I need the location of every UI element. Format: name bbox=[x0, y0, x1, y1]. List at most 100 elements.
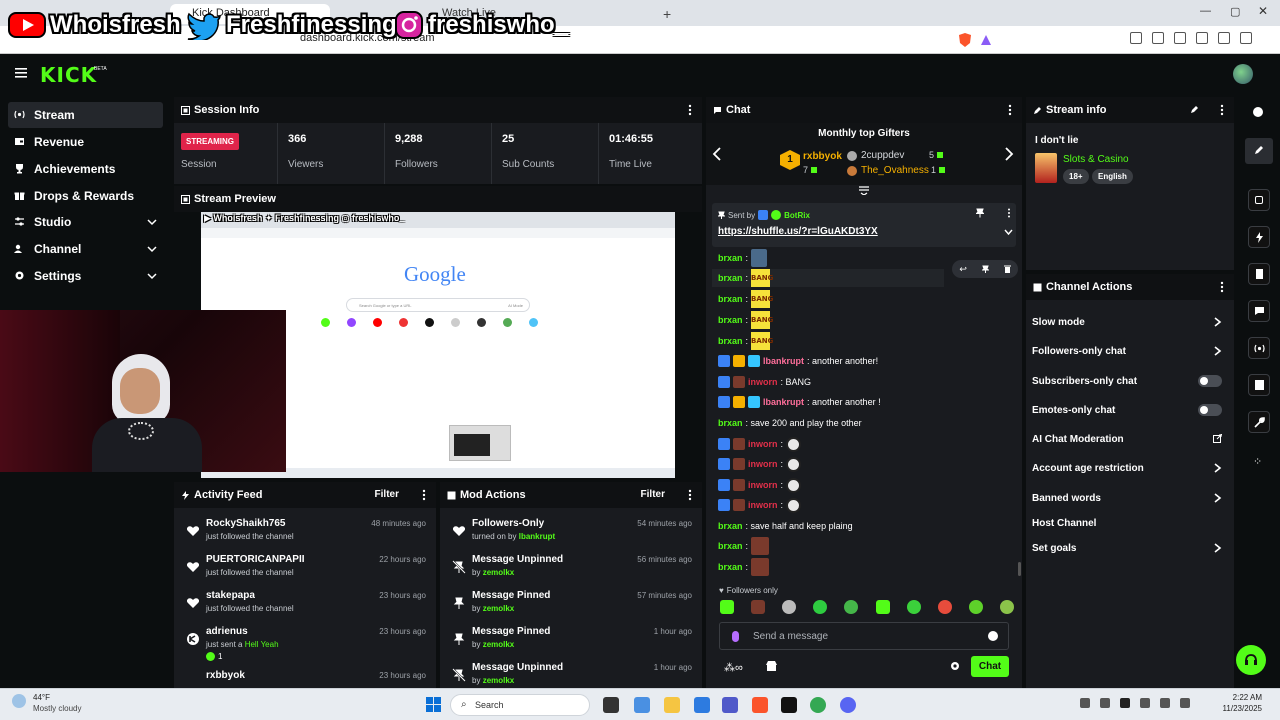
emoji-picker-icon[interactable] bbox=[988, 631, 998, 641]
chat-username[interactable]: inworn bbox=[748, 480, 778, 490]
action-ai-moderation[interactable]: AI Chat Moderation bbox=[1032, 425, 1228, 453]
edit-icon[interactable] bbox=[1190, 105, 1199, 114]
taskbar-search[interactable]: ⌕ Search bbox=[450, 694, 590, 716]
tag-badge[interactable]: 18+ bbox=[1063, 169, 1089, 184]
more-options-icon[interactable] bbox=[1008, 104, 1012, 116]
activity-username[interactable]: rxbbyok bbox=[206, 670, 245, 681]
sidebar-item-stream[interactable]: Stream bbox=[8, 102, 163, 128]
more-options-icon[interactable] bbox=[1220, 281, 1224, 293]
chat-username[interactable]: inworn bbox=[748, 500, 778, 510]
sidebar-item-settings[interactable]: Settings bbox=[8, 263, 163, 289]
activity-filter-button[interactable]: Filter bbox=[375, 489, 399, 500]
user-avatar[interactable] bbox=[1233, 64, 1253, 84]
emote-button[interactable] bbox=[720, 600, 734, 614]
music-icon[interactable] bbox=[1152, 32, 1164, 44]
tray-icon[interactable] bbox=[1140, 698, 1150, 708]
emote-button[interactable] bbox=[906, 600, 921, 614]
chat-username[interactable]: brxan bbox=[718, 315, 743, 325]
sidebar-item-achievements[interactable]: Achievements bbox=[8, 156, 163, 182]
new-tab-icon[interactable]: + bbox=[663, 6, 671, 22]
sidebar-item-studio[interactable]: Studio bbox=[8, 209, 163, 235]
clock-time[interactable]: 2:22 AM bbox=[1222, 693, 1262, 702]
more-options-icon[interactable] bbox=[1007, 208, 1011, 218]
chat-username[interactable]: inworn bbox=[748, 377, 778, 387]
mod-action-user[interactable]: zemolkx bbox=[483, 568, 515, 577]
sidebar-icon[interactable] bbox=[1174, 32, 1186, 44]
action-host-channel[interactable]: Host Channel bbox=[1032, 509, 1228, 537]
action-account-age[interactable]: Account age restriction bbox=[1032, 454, 1228, 482]
chevron-left-icon[interactable] bbox=[712, 147, 722, 161]
kick-logo[interactable]: KICK bbox=[40, 63, 97, 87]
activity-username[interactable]: adrienus bbox=[206, 626, 248, 637]
more-options-icon[interactable] bbox=[422, 489, 426, 501]
rail-broadcast-button[interactable] bbox=[1248, 337, 1270, 359]
support-button[interactable] bbox=[1236, 645, 1266, 675]
minimize-icon[interactable]: — bbox=[1200, 5, 1211, 17]
store-icon[interactable] bbox=[766, 661, 777, 672]
activity-username[interactable]: PUERTORICANPAPII bbox=[206, 554, 305, 565]
sidebar-item-revenue[interactable]: Revenue bbox=[8, 129, 163, 155]
rail-chat-button[interactable] bbox=[1248, 300, 1270, 322]
emote-button[interactable] bbox=[813, 600, 828, 614]
unpin-icon[interactable] bbox=[976, 208, 984, 218]
activity-username[interactable]: RockyShaikh765 bbox=[206, 518, 286, 529]
info-icon[interactable] bbox=[1253, 107, 1263, 117]
chat-tools-icon[interactable]: ⁂∞ bbox=[724, 661, 743, 674]
emote-button[interactable] bbox=[999, 600, 1014, 614]
sidebar-item-channel[interactable]: Channel bbox=[8, 236, 163, 262]
more-options-icon[interactable] bbox=[688, 104, 692, 116]
file-explorer-icon[interactable] bbox=[664, 697, 680, 713]
chrome-taskbar-icon[interactable] bbox=[810, 697, 826, 713]
brave-shield-icon[interactable] bbox=[958, 32, 972, 48]
action-banned-words[interactable]: Banned words bbox=[1032, 484, 1228, 512]
close-icon[interactable]: ✕ bbox=[1258, 4, 1268, 18]
weather-description[interactable]: Mostly cloudy bbox=[33, 704, 81, 713]
mod-action-user[interactable]: zemolkx bbox=[483, 640, 515, 649]
maximize-icon[interactable]: ▢ bbox=[1230, 5, 1240, 18]
rail-lightning-button[interactable] bbox=[1248, 226, 1270, 248]
pinned-link[interactable]: https://shuffle.us/?r=lGuAKDt3YX bbox=[718, 226, 878, 237]
vpn-icon[interactable] bbox=[1218, 32, 1230, 44]
gifter-name[interactable]: rxbbyok bbox=[803, 151, 842, 162]
chat-username[interactable]: lbankrupt bbox=[763, 356, 804, 366]
clock-date[interactable]: 11/23/2025 bbox=[1212, 704, 1262, 713]
windows-start-icon[interactable] bbox=[426, 697, 441, 712]
tray-icon[interactable] bbox=[1120, 698, 1130, 708]
menu-icon[interactable] bbox=[1240, 32, 1252, 44]
pinned-username[interactable]: BotRix bbox=[784, 211, 810, 220]
collapse-gifters-icon[interactable] bbox=[858, 185, 870, 195]
mod-filter-button[interactable]: Filter bbox=[641, 489, 665, 500]
rail-document-button[interactable] bbox=[1248, 263, 1270, 285]
emotes-only-toggle[interactable] bbox=[1198, 404, 1222, 416]
rail-tools-button[interactable] bbox=[1248, 411, 1270, 433]
send-chat-button[interactable]: Chat bbox=[971, 656, 1009, 677]
teams-icon[interactable] bbox=[722, 697, 738, 713]
action-subscribers-only[interactable]: Subscribers-only chat bbox=[1032, 367, 1228, 395]
copilot-icon[interactable] bbox=[634, 697, 650, 713]
store-taskbar-icon[interactable] bbox=[694, 697, 710, 713]
reader-icon[interactable] bbox=[1130, 32, 1142, 44]
microphone-icon[interactable] bbox=[732, 631, 739, 642]
activity-username[interactable]: stakepapa bbox=[206, 590, 255, 601]
brave-rewards-icon[interactable] bbox=[980, 34, 992, 46]
discord-taskbar-icon[interactable] bbox=[840, 697, 856, 713]
hamburger-menu-icon[interactable] bbox=[15, 68, 27, 78]
tray-icon[interactable] bbox=[1080, 698, 1090, 708]
chat-username[interactable]: brxan bbox=[718, 521, 743, 531]
tray-icon[interactable] bbox=[1100, 698, 1110, 708]
action-set-goals[interactable]: Set goals bbox=[1032, 534, 1228, 562]
chevron-right-icon[interactable] bbox=[1004, 147, 1014, 161]
chat-username[interactable]: lbankrupt bbox=[763, 397, 804, 407]
rail-camera-button[interactable] bbox=[1248, 189, 1270, 211]
rail-more-icon[interactable]: ⁘ bbox=[1253, 455, 1262, 468]
chevron-down-icon[interactable] bbox=[1004, 229, 1013, 236]
gifter-name[interactable]: 2cuppdev bbox=[861, 150, 904, 161]
chat-scrollbar[interactable] bbox=[1018, 562, 1021, 576]
rail-layout-button[interactable] bbox=[1248, 374, 1270, 396]
chat-username[interactable]: brxan bbox=[718, 336, 743, 346]
chat-username[interactable]: brxan bbox=[718, 253, 743, 263]
emote-button[interactable] bbox=[782, 600, 797, 614]
action-slow-mode[interactable]: Slow mode bbox=[1032, 308, 1228, 336]
mod-action-user[interactable]: zemolkx bbox=[483, 604, 515, 613]
chat-username[interactable]: inworn bbox=[748, 459, 778, 469]
